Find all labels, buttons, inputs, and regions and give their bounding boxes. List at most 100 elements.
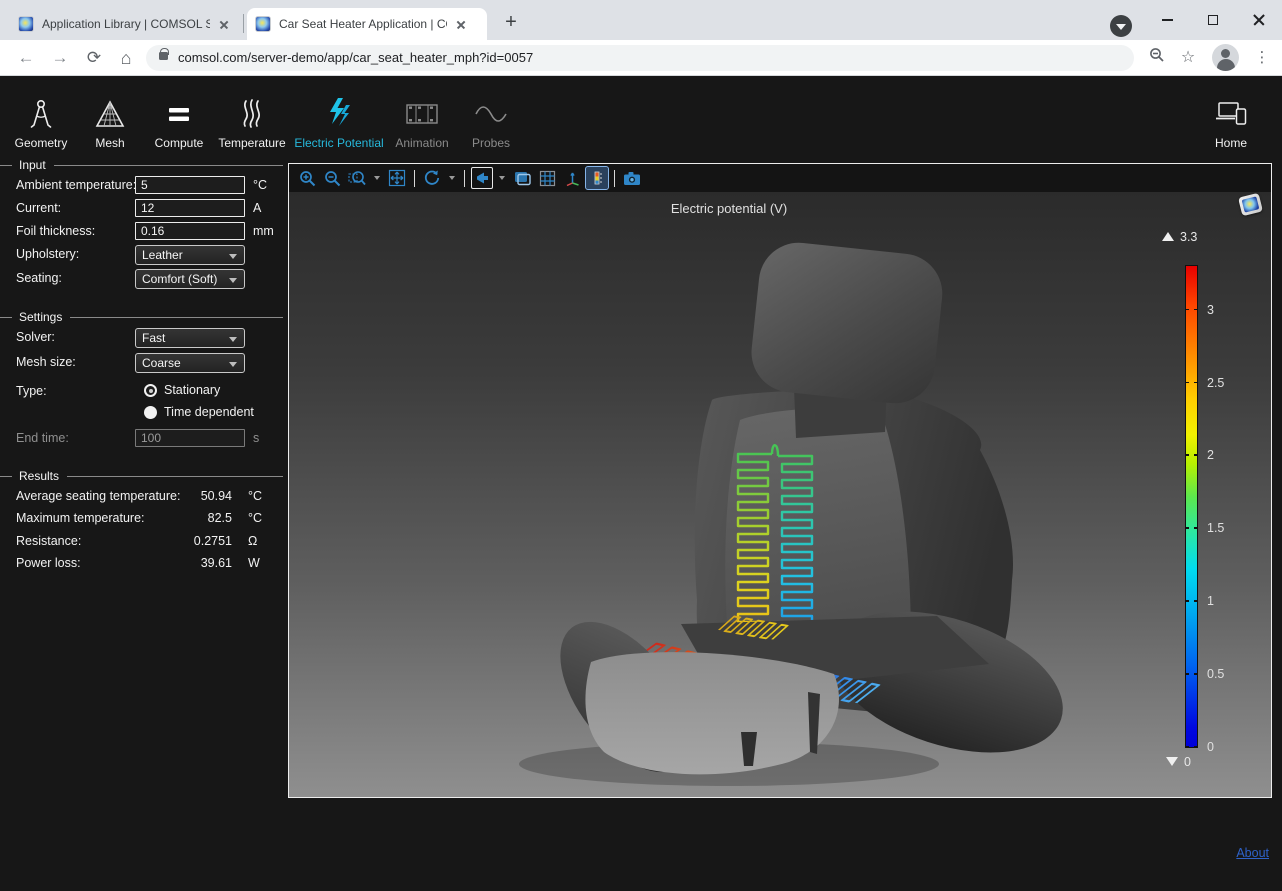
graphics-toolbar [289,164,1271,192]
result-value: 50.94 [130,489,232,503]
ambient-temperature-input[interactable] [135,176,245,194]
field-label: Mesh size: [16,355,76,369]
rotate-view-icon[interactable] [421,167,443,189]
mesh-size-dropdown[interactable]: Coarse [135,353,245,373]
url-text[interactable]: comsol.com/server-demo/app/car_seat_heat… [178,45,533,71]
field-unit: mm [253,224,274,238]
ribbon-temperature-button[interactable]: Temperature [214,86,290,150]
tab-close-icon[interactable] [216,16,232,32]
sine-wave-icon [474,96,508,132]
tab-close-icon[interactable] [453,16,469,32]
profile-avatar[interactable] [1212,44,1239,71]
field-label: Upholstery: [16,247,79,261]
chevron-down-icon [229,337,237,342]
default-view-dropdown-icon[interactable] [496,167,508,189]
radio-stationary[interactable] [144,384,157,397]
window-close-button[interactable] [1236,0,1282,40]
field-label: End time: [16,431,69,445]
about-link[interactable]: About [1236,846,1269,860]
field-row-upholstery: Upholstery: Leather [0,245,288,265]
min-arrow-icon [1166,757,1178,766]
axes-orientation-icon[interactable] [561,167,583,189]
result-unit: °C [248,511,262,525]
address-bar[interactable]: comsol.com/server-demo/app/car_seat_heat… [146,45,1134,71]
field-row-seating: Seating: Comfort (Soft) [0,269,288,289]
zoom-box-icon[interactable] [346,167,368,189]
reload-icon[interactable]: ⟳ [80,44,108,72]
car-seat-3d-model[interactable] [289,192,1271,797]
foil-thickness-input[interactable] [135,222,245,240]
default-view-icon[interactable] [471,167,493,189]
solver-dropdown[interactable]: Fast [135,328,245,348]
section-header-results: Results [0,469,288,483]
end-time-input [135,429,245,447]
film-strip-icon [405,96,439,132]
comsol-app: Geometry Mesh Compute Temperature Electr… [0,76,1282,891]
result-row-maximum-temperature: Maximum temperature: 82.5 °C [0,511,288,529]
home-icon[interactable]: ⌂ [112,44,140,72]
radio-label: Stationary [164,383,220,397]
ribbon-geometry-button[interactable]: Geometry [10,86,72,150]
seating-dropdown[interactable]: Comfort (Soft) [135,269,245,289]
zoom-extents-icon[interactable] [386,167,408,189]
new-tab-button[interactable]: + [497,9,525,37]
result-value: 39.61 [130,556,232,570]
field-label: Solver: [16,330,55,344]
geometry-compass-icon [26,96,56,132]
zoom-in-icon[interactable] [296,167,318,189]
ribbon-label: Animation [395,136,448,150]
tab-car-seat-heater[interactable]: Car Seat Heater Application | CO [247,8,487,40]
toolbar-separator [464,170,465,187]
result-unit: °C [248,489,262,503]
lock-icon [159,52,168,60]
back-icon[interactable]: ← [12,44,40,72]
ribbon-compute-button[interactable]: Compute [148,86,210,150]
browser-menu-icon[interactable]: ⋮ [1248,44,1276,72]
colorbar-min-value: 0 [1166,755,1191,769]
section-title: Input [19,158,46,172]
field-label: Seating: [16,271,62,285]
result-unit: Ω [248,534,257,548]
colorbar-tick: 2 [1186,448,1197,462]
zoom-out-icon[interactable] [321,167,343,189]
result-label: Maximum temperature: [16,511,145,525]
ribbon-mesh-button[interactable]: Mesh [80,86,140,150]
compute-equals-icon [164,96,194,132]
transparency-icon[interactable] [511,167,533,189]
upholstery-dropdown[interactable]: Leather [135,245,245,265]
tab-application-library[interactable]: Application Library | COMSOL Se [10,8,242,40]
ribbon-label: Geometry [15,136,68,150]
ribbon-electric-potential-button[interactable]: Electric Potential [296,86,382,150]
ribbon-label: Electric Potential [294,136,383,150]
section-header-settings: Settings [0,310,288,324]
result-unit: W [248,556,260,570]
zoom-box-dropdown-icon[interactable] [371,167,383,189]
toolbar-separator [414,170,415,187]
section-title: Settings [19,310,62,324]
result-value: 0.2751 [130,534,232,548]
ribbon-label: Mesh [95,136,124,150]
window-minimize-button[interactable] [1144,0,1190,40]
window-maximize-button[interactable] [1190,0,1236,40]
zoom-indicator-icon[interactable] [1143,44,1171,72]
chevron-down-icon [229,362,237,367]
color-legend-toggle-icon[interactable] [586,167,608,189]
snapshot-camera-icon[interactable] [621,167,643,189]
rotate-dropdown-icon[interactable] [446,167,458,189]
radio-time-dependent[interactable] [144,406,157,419]
colorbar-max-value: 3.3 [1162,230,1197,244]
tab-title: Car Seat Heater Application | CO [279,17,447,31]
field-unit: A [253,201,261,215]
current-input[interactable] [135,199,245,217]
browser-update-icon[interactable] [1110,15,1132,37]
grid-icon[interactable] [536,167,558,189]
ribbon-probes-button: Probes [462,86,520,150]
bookmark-star-icon[interactable]: ☆ [1174,44,1202,72]
graphics-canvas[interactable]: Electric potential (V) [289,192,1271,797]
ribbon-label: Probes [472,136,510,150]
field-label: Foil thickness: [16,224,95,238]
colorbar-tick: 3 [1186,303,1197,317]
ribbon-home-button[interactable]: Home [1200,86,1262,150]
forward-icon[interactable]: → [46,44,74,72]
colorbar-tick: 0.5 [1186,667,1197,681]
